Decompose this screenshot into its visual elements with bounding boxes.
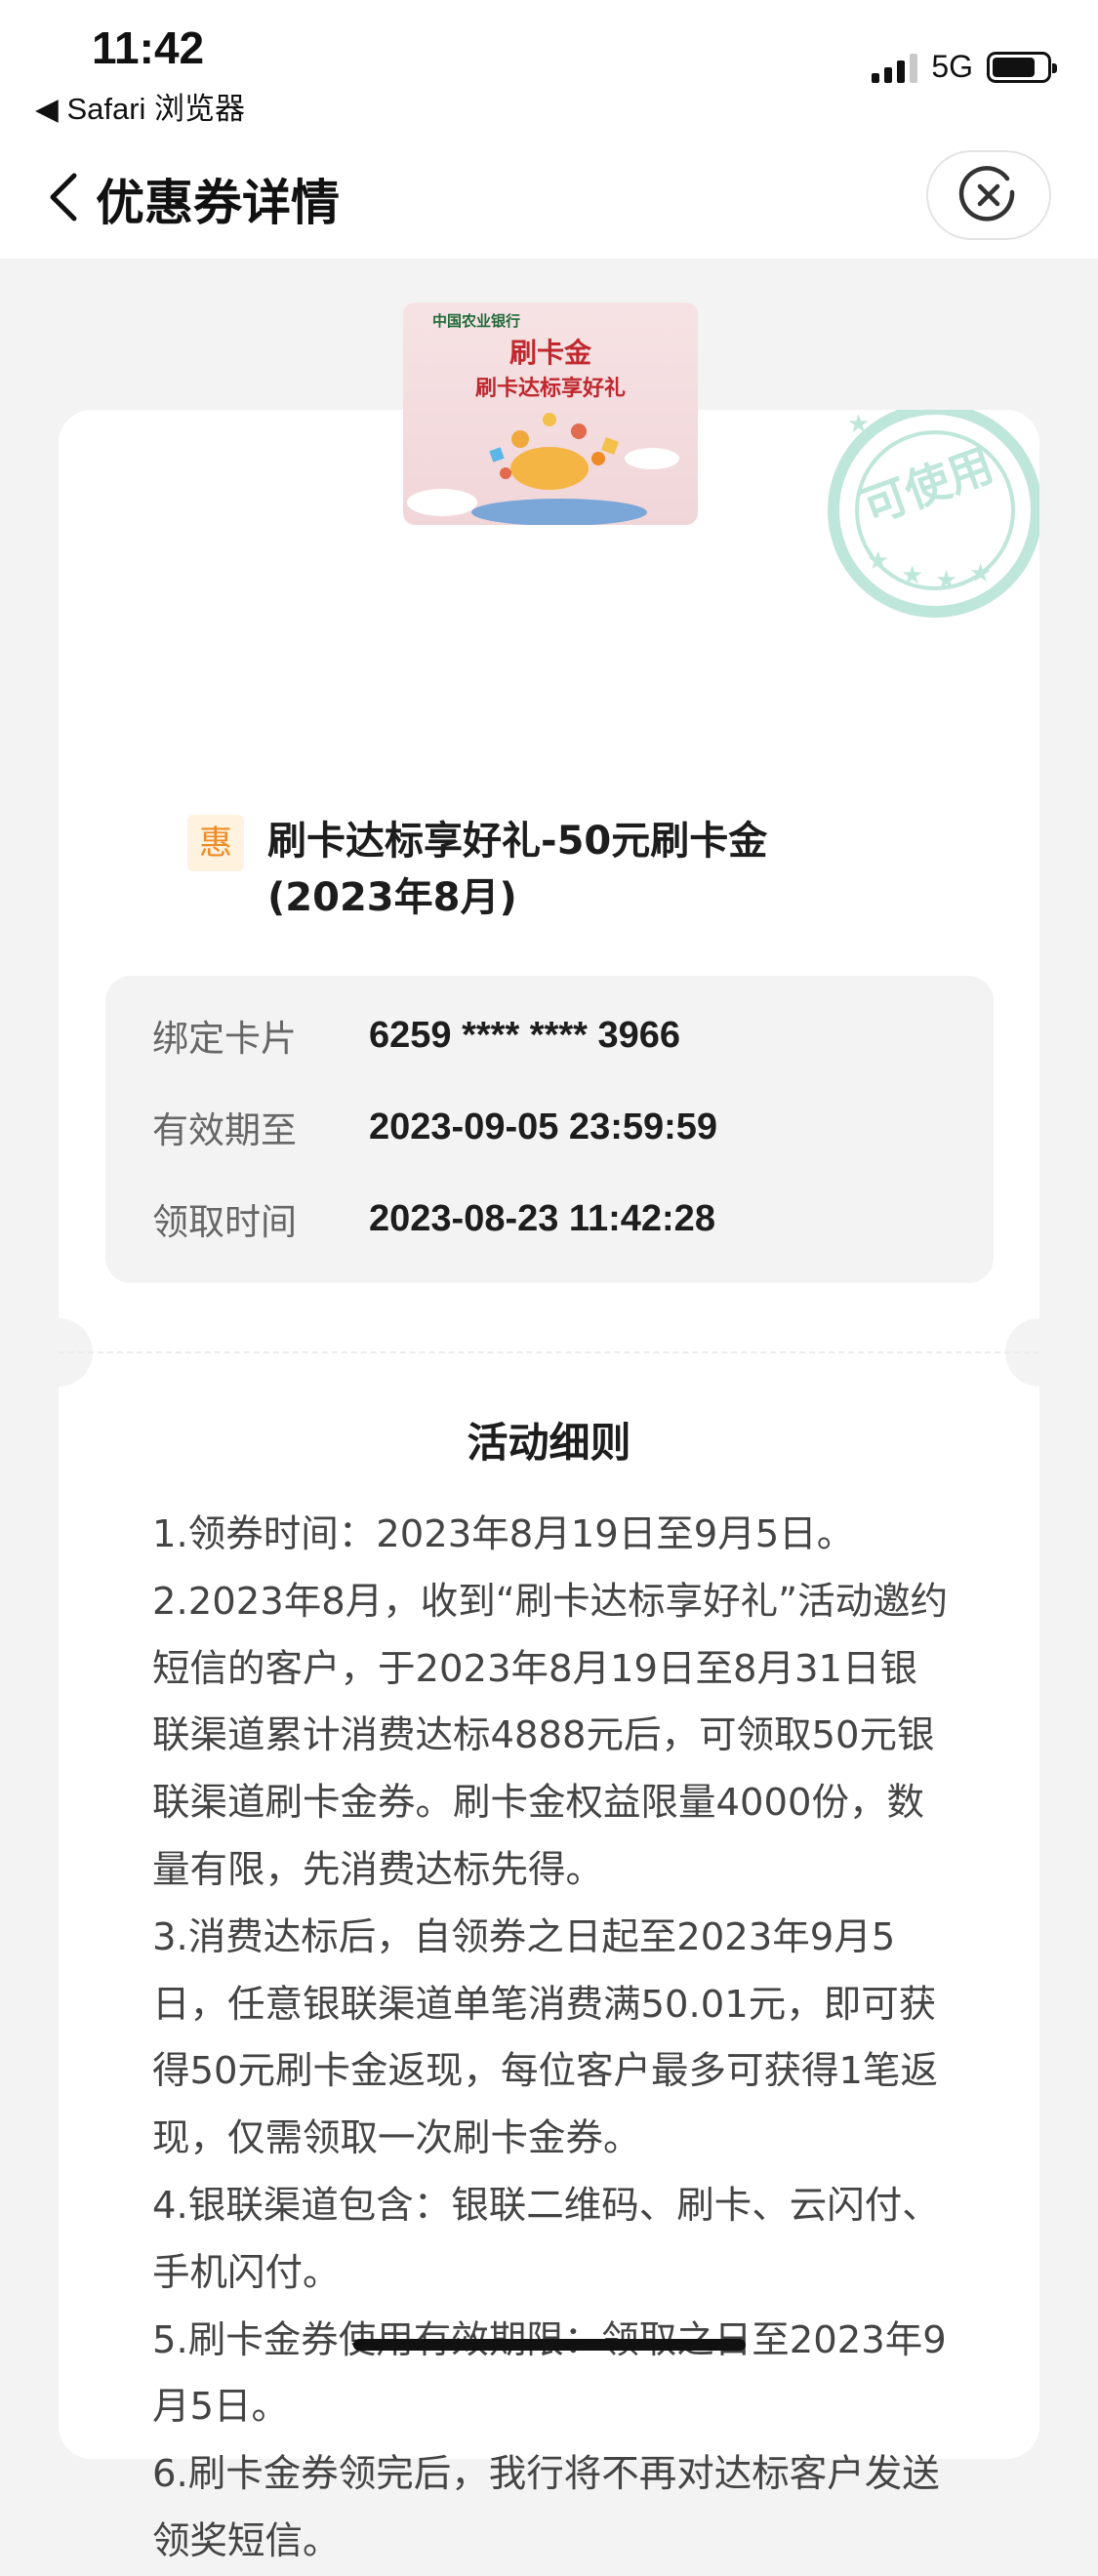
info-row-received: 领取时间 2023-08-23 11:42:28 [152, 1194, 715, 1244]
network-label: 5G [931, 49, 973, 84]
info-label: 绑定卡片 [152, 1018, 297, 1060]
rule-item: 2.2023年8月，收到“刷卡达标享好礼”活动邀约短信的客户，于2023年8月1… [152, 1579, 949, 1892]
back-to-safari-link[interactable]: ◀ Safari 浏览器 [35, 84, 245, 128]
page-title: 优惠券详情 [96, 175, 340, 231]
available-stamp-icon: 可使用 ★ ★ ★ ★ ★ [828, 410, 1039, 618]
info-label: 有效期至 [152, 1109, 297, 1151]
signal-icon [872, 52, 918, 83]
gift-illustration-icon [407, 413, 679, 525]
status-indicators: 5G [872, 49, 1057, 85]
close-circle-icon [958, 166, 1015, 221]
close-button[interactable] [926, 150, 1051, 240]
rule-item: 4.银联渠道包含：银联二维码、刷卡、云闪付、手机闪付。 [152, 2183, 940, 2295]
info-value: 6259 **** **** 3966 [369, 1014, 681, 1056]
rule-item: 5.刷卡金券使用有效期限：领取之日至2023年9月5日。 [152, 2317, 947, 2430]
status-time: 11:42 [92, 22, 205, 73]
rule-item: 3.消费达标后，自领券之日起至2023年9月5日，任意银联渠道单笔消费满50.0… [152, 1914, 938, 2161]
coupon-image: 中国农业银行 刷卡金 刷卡达标享好礼 [403, 302, 698, 525]
svg-text:★: ★ [901, 561, 923, 590]
coupon-title: 刷卡达标享好礼-50元刷卡金(2023年8月) [267, 819, 768, 920]
svg-text:★: ★ [847, 410, 870, 439]
dashed-divider [59, 1351, 1039, 1353]
nav-bar: 优惠券详情 [0, 137, 1098, 259]
svg-text:★: ★ [969, 559, 992, 588]
info-value: 2023-08-23 11:42:28 [369, 1197, 715, 1239]
info-row-expiry: 有效期至 2023-09-05 23:59:59 [152, 1103, 718, 1152]
battery-icon [987, 51, 1057, 83]
svg-text:★: ★ [935, 566, 957, 595]
info-row-card: 绑定卡片 6259 **** **** 3966 [152, 1011, 681, 1061]
home-indicator[interactable] [353, 2339, 746, 2351]
chevron-left-icon[interactable] [39, 168, 88, 226]
info-value: 2023-09-05 23:59:59 [369, 1106, 718, 1147]
stamp-text: 可使用 [855, 438, 999, 534]
info-label: 领取时间 [152, 1201, 297, 1243]
rules-body: 1.领券时间：2023年8月19日至9月5日。 2.2023年8月，收到“刷卡达… [152, 1502, 953, 2576]
rules-title: 活动细则 [467, 1419, 631, 1467]
rule-item: 1.领券时间：2023年8月19日至9月5日。 [152, 1512, 855, 1556]
discount-tag: 惠 [187, 815, 244, 871]
status-bar: 11:42 ◀ Safari 浏览器 5G [0, 0, 1098, 137]
coupon-info-box: 绑定卡片 6259 **** **** 3966 有效期至 2023-09-05… [105, 976, 994, 1283]
svg-text:★: ★ [867, 546, 889, 576]
content-area: 可使用 ★ ★ ★ ★ ★ 中国农业银行 刷卡金 刷卡达标享好礼 惠 刷卡达标享… [0, 259, 1098, 2563]
rule-item: 6.刷卡金券领完后，我行将不再对达标客户发送领奖短信。 [152, 2452, 940, 2563]
